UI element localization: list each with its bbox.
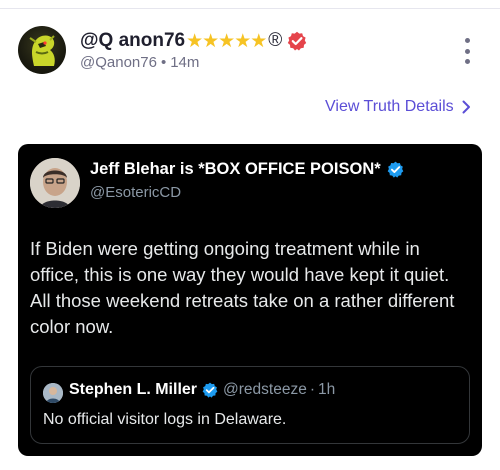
quoted-post-card[interactable]: Stephen L. Miller @redsteeze · 1h No off… <box>30 366 470 444</box>
x-verified-icon <box>202 382 218 398</box>
quote-author-avatar[interactable] <box>43 383 63 403</box>
view-truth-details-link[interactable]: View Truth Details <box>325 98 471 116</box>
more-dot <box>464 48 470 54</box>
quote-time[interactable]: 1h <box>318 381 335 399</box>
display-name[interactable]: @Q anon76 <box>80 30 185 52</box>
embed-name-row: Jeff Blehar is *BOX OFFICE POISON* <box>90 160 404 179</box>
user-avatar[interactable] <box>18 26 66 74</box>
quote-author-handle[interactable]: @redsteeze <box>223 381 307 399</box>
handle-row: @Qanon76 • 14m <box>80 54 199 71</box>
user-handle[interactable]: @Qanon76 <box>80 54 157 71</box>
post-time[interactable]: 14m <box>170 54 199 71</box>
quote-separator: · <box>309 381 315 398</box>
embedded-post-card[interactable]: Jeff Blehar is *BOX OFFICE POISON* @Esot… <box>18 144 482 456</box>
quote-post-text: No official visitor logs in Delaware. <box>43 411 287 428</box>
quote-author-name[interactable]: Stephen L. Miller <box>69 381 197 399</box>
embed-author-handle[interactable]: @EsotericCD <box>90 184 181 201</box>
embed-post-text: If Biden were getting ongoing treatment … <box>30 238 455 337</box>
x-verified-icon <box>387 161 403 178</box>
post-header: @Q anon76 ★★★★★ ® @Qanon76 • 14m <box>18 26 488 78</box>
more-dot <box>464 59 470 64</box>
name-row: @Q anon76 ★★★★★ ® <box>80 28 307 54</box>
separator-dot: • <box>160 54 167 71</box>
more-dot <box>464 38 470 43</box>
verified-badge-icon <box>288 31 307 51</box>
embed-author-name[interactable]: Jeff Blehar is *BOX OFFICE POISON* <box>90 160 381 179</box>
top-divider <box>0 8 500 9</box>
embed-author-avatar[interactable] <box>30 158 80 208</box>
chevron-right-icon <box>462 100 470 114</box>
quote-name-row: Stephen L. Miller @redsteeze · 1h <box>69 381 335 399</box>
more-options-icon[interactable] <box>458 38 476 64</box>
view-truth-details-label: View Truth Details <box>325 98 454 115</box>
rating-stars: ★★★★★ <box>186 30 267 52</box>
registered-mark: ® <box>268 30 283 51</box>
